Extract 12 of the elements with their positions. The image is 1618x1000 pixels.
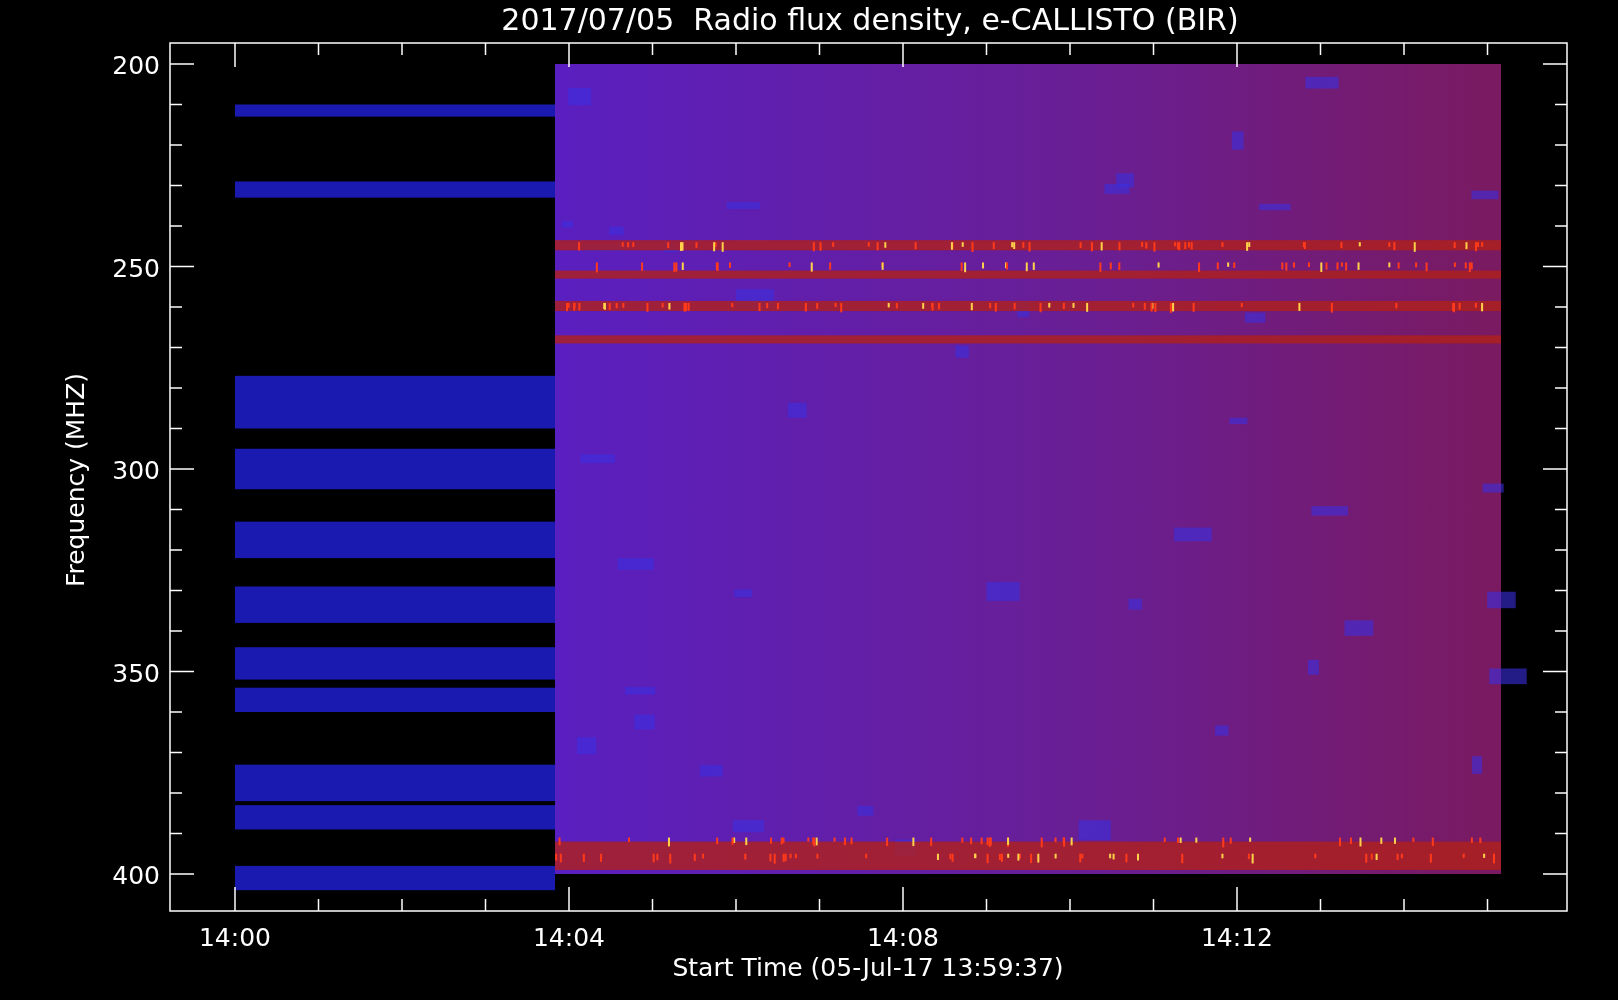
y-tick-label: 250 — [112, 253, 160, 283]
x-tick-label: 14:04 — [533, 923, 605, 952]
x-tick-label: 14:12 — [1201, 923, 1273, 952]
y-tick-label: 200 — [112, 51, 160, 80]
x-tick-label: 14:08 — [867, 923, 939, 952]
y-axis-label: Frequency (MHZ) — [61, 372, 90, 588]
y-tick-label: 400 — [112, 861, 160, 890]
chart-title: 2017/07/05 Radio flux density, e-CALLISTO (BIR) — [501, 2, 1239, 37]
y-tick-label: 300 — [112, 456, 160, 485]
x-tick-label: 14:00 — [199, 923, 271, 952]
y-tick-label: 350 — [112, 658, 160, 688]
x-axis-label: Start Time (05-Jul-17 13:59:37) — [672, 953, 1064, 982]
